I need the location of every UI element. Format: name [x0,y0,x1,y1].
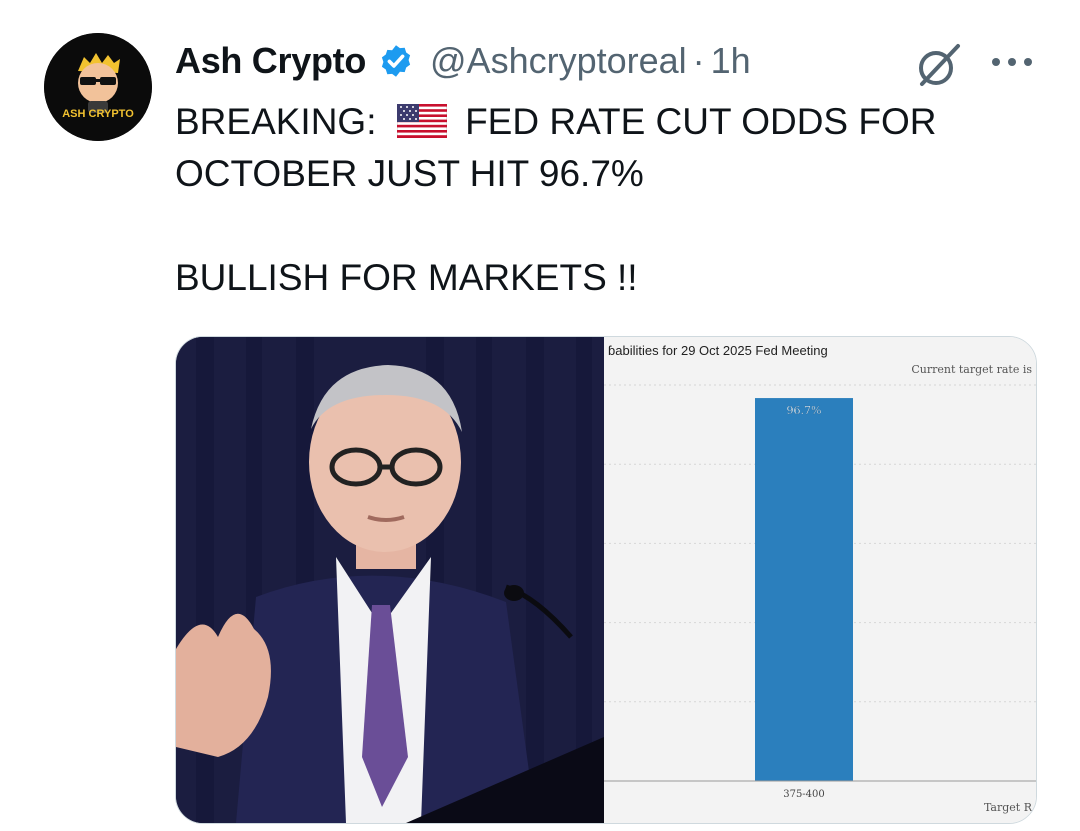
chart-annotation: Current target rate is [911,363,1032,376]
author-avatar[interactable]: ASH CRYPTO [44,33,152,141]
chart-bars: 96.7% 375-400 [755,398,853,800]
chart-panel[interactable]: ɓabilities for 29 Oct 2025 Fed Meeting C… [604,337,1036,823]
author-handle[interactable]: @Ashcryptoreal [430,40,687,82]
tweet-text-line-3: BULLISH FOR MARKETS !! [175,257,638,298]
tweet-media[interactable]: ɓabilities for 29 Oct 2025 Fed Meeting C… [175,336,1037,824]
fed-probability-chart: ɓabilities for 29 Oct 2025 Fed Meeting C… [604,343,1036,814]
bar-value-label: 96.7% [787,404,822,417]
tweet-text: BREAKING: FED RATE CUT ODDS FOR OCTOBER … [175,96,1035,304]
header-separator: · [692,40,705,81]
avatar-text: ASH CRYPTO [62,108,134,120]
author-name[interactable]: Ash Crypto [175,40,366,82]
grok-icon[interactable] [912,40,964,92]
tweet-header: Ash Crypto @Ashcryptoreal · 1h [175,36,751,86]
speaker-photo [176,337,604,823]
bar-375-400 [755,398,853,781]
tweet-timestamp[interactable]: 1h [711,40,751,82]
x-tick-label: 375-400 [783,789,825,800]
us-flag-icon [396,104,447,138]
tweet-text-line-2: OCTOBER JUST HIT 96.7% [175,153,644,194]
breaking-label: BREAKING: [175,101,377,142]
avatar-image: ASH CRYPTO [44,33,152,141]
verified-badge-icon [381,45,411,77]
headline-suffix: FED RATE CUT ODDS FOR [465,101,937,142]
media-photo[interactable] [176,337,604,823]
tweet-text-line-1: BREAKING: FED RATE CUT ODDS FOR [175,96,1035,148]
x-axis-label: Target R [984,801,1033,814]
chart-title: ɓabilities for 29 Oct 2025 Fed Meeting [608,343,828,358]
more-icon[interactable] [988,44,1036,80]
